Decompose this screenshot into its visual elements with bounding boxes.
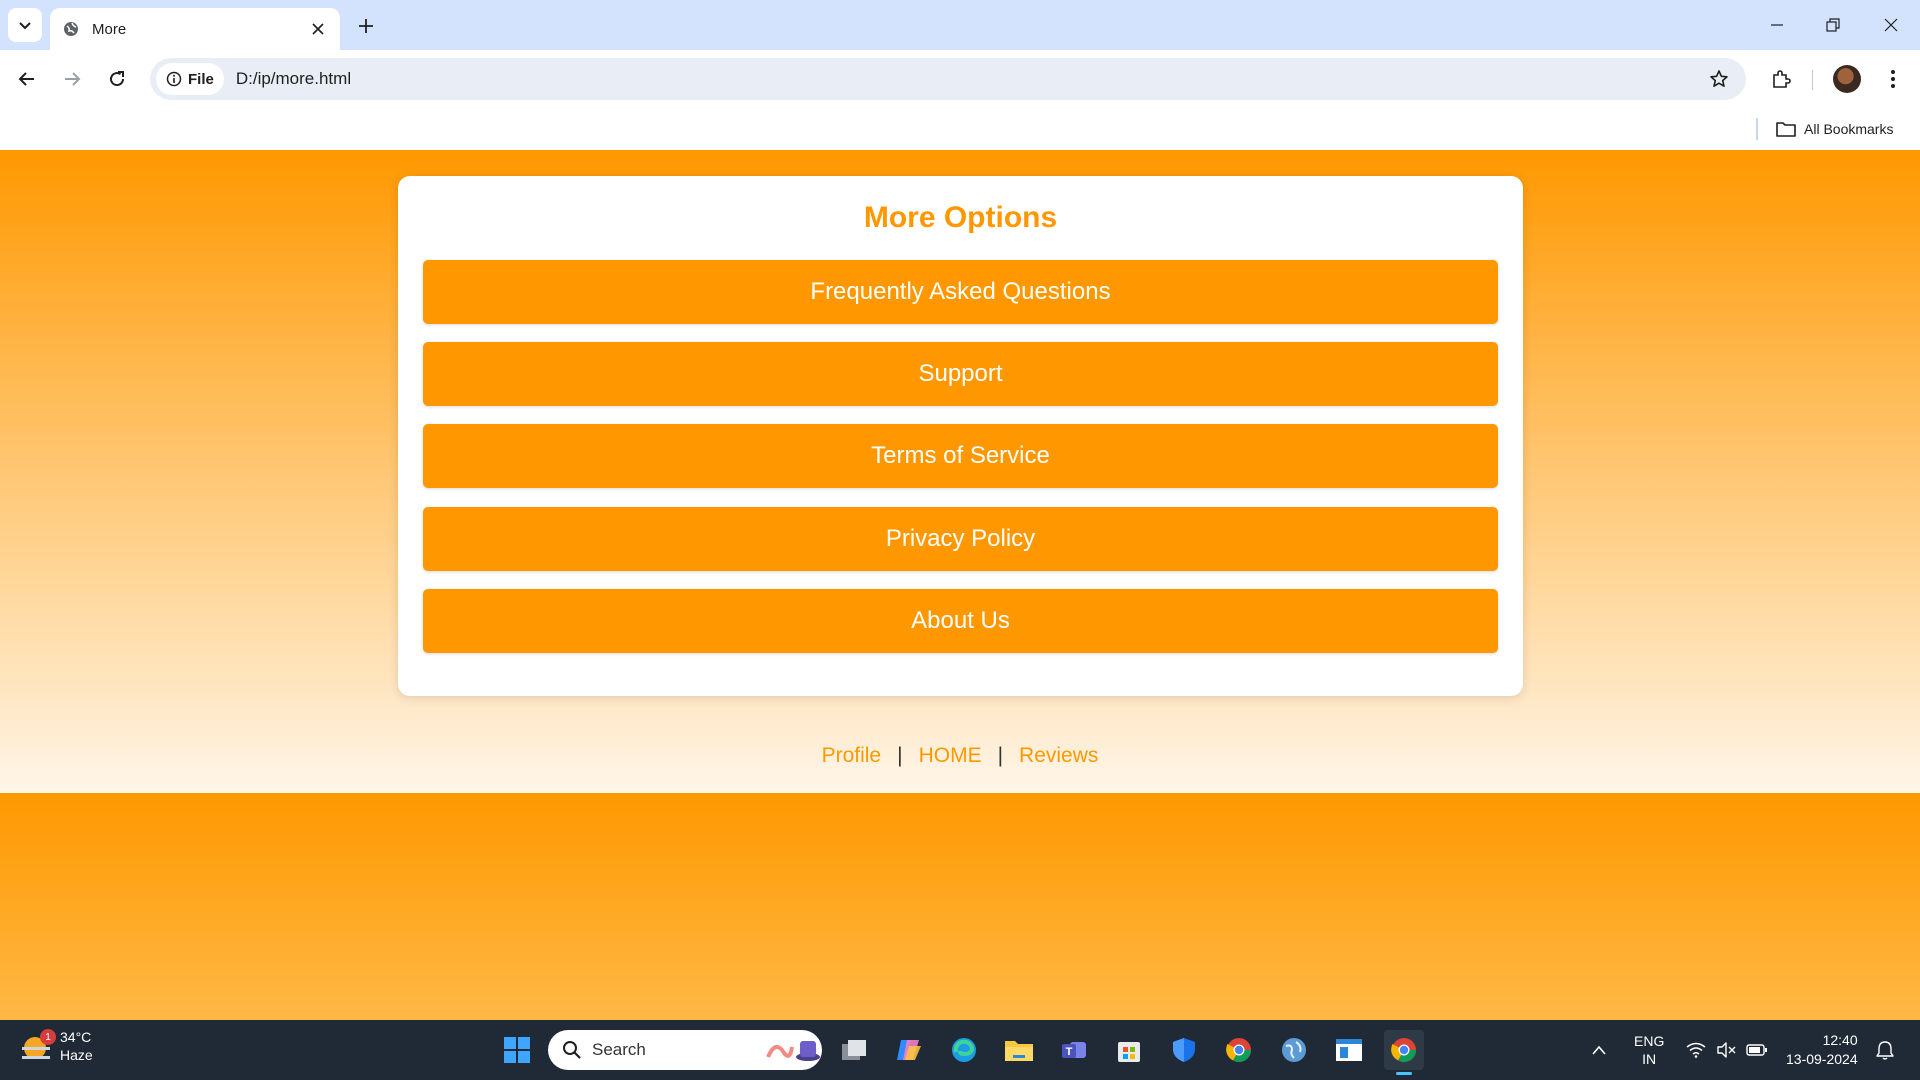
taskbar: 1 34°C Haze Search T ENG IN 12:40 13-09-… (0, 1020, 1920, 1080)
footer-nav: Profile | HOME | Reviews (0, 744, 1920, 768)
address-bar[interactable]: File D:/ip/more.html (150, 58, 1746, 100)
language-code: ENG (1634, 1033, 1665, 1049)
file-explorer-icon[interactable] (999, 1030, 1039, 1070)
tab-search-button[interactable] (8, 8, 42, 42)
close-window-button[interactable] (1876, 10, 1906, 40)
all-bookmarks-label: All Bookmarks (1804, 121, 1894, 137)
taskbar-search-label: Search (592, 1040, 646, 1059)
chevron-down-icon (19, 22, 31, 30)
task-view-icon[interactable] (834, 1030, 874, 1070)
site-info-chip[interactable]: File (156, 63, 224, 95)
teams-icon[interactable]: T (1054, 1030, 1094, 1070)
wifi-icon (1686, 1042, 1706, 1058)
all-bookmarks-button[interactable]: All Bookmarks (1776, 116, 1893, 142)
footer-separator: | (997, 744, 1004, 767)
vpn-globe-icon[interactable] (1274, 1030, 1314, 1070)
region-code: IN (1642, 1051, 1657, 1067)
extensions-button[interactable] (1764, 62, 1798, 96)
restore-button[interactable] (1818, 10, 1848, 40)
close-tab-icon[interactable] (308, 19, 328, 39)
about-us-button[interactable]: About Us (423, 589, 1498, 653)
url-text[interactable]: D:/ip/more.html (236, 69, 1702, 89)
weather-description: Haze (60, 1047, 93, 1063)
clock-time: 12:40 (1822, 1032, 1858, 1048)
battery-icon (1746, 1044, 1767, 1056)
speaker-muted-icon (1717, 1042, 1736, 1058)
profile-button[interactable] (1830, 62, 1864, 96)
more-vertical-icon (1891, 70, 1895, 88)
chrome-icon[interactable] (1219, 1030, 1259, 1070)
clock[interactable]: 12:40 13-09-2024 (1786, 1020, 1858, 1080)
menu-button[interactable] (1876, 62, 1910, 96)
reviews-link[interactable]: Reviews (1019, 744, 1098, 767)
quick-settings[interactable] (1686, 1020, 1768, 1080)
reload-button[interactable] (100, 62, 134, 96)
site-info-label: File (188, 70, 214, 88)
faq-button[interactable]: Frequently Asked Questions (423, 260, 1498, 324)
security-shield-icon[interactable] (1164, 1030, 1204, 1070)
globe-icon (62, 20, 80, 38)
taskbar-search[interactable]: Search (548, 1030, 822, 1070)
page-viewport: More Options Frequently Asked Questions … (0, 150, 1920, 1020)
chrome-active-icon[interactable] (1384, 1030, 1424, 1075)
privacy-policy-button[interactable]: Privacy Policy (423, 507, 1498, 571)
forward-button[interactable] (55, 62, 89, 96)
minimize-icon (1771, 24, 1783, 26)
copilot-icon[interactable] (889, 1030, 929, 1070)
svg-text:T: T (1066, 1046, 1073, 1058)
bookmarks-divider (1756, 118, 1758, 140)
home-link[interactable]: HOME (919, 744, 982, 767)
chevron-up-icon (1592, 1045, 1606, 1055)
tab-strip: More (0, 0, 1920, 50)
weather-badge: 1 (40, 1029, 56, 1045)
notifications-button[interactable] (1876, 1020, 1894, 1080)
terms-of-service-button[interactable]: Terms of Service (423, 424, 1498, 488)
restore-icon (1826, 18, 1840, 32)
more-options-card: More Options Frequently Asked Questions … (398, 176, 1523, 696)
store-icon[interactable] (1109, 1030, 1149, 1070)
start-button[interactable] (497, 1030, 537, 1070)
show-hidden-icons-button[interactable] (1592, 1020, 1606, 1080)
active-tab[interactable]: More (50, 8, 340, 50)
puzzle-icon (1773, 70, 1791, 88)
info-icon (166, 71, 182, 87)
edge-icon[interactable] (944, 1030, 984, 1070)
back-button[interactable] (10, 62, 44, 96)
avatar (1833, 65, 1861, 93)
haze-weather-icon: 1 (22, 1029, 56, 1061)
star-icon (1710, 70, 1728, 87)
windows-logo-icon (504, 1037, 530, 1063)
arrow-right-icon (65, 72, 81, 86)
search-highlight-icon (766, 1041, 820, 1061)
reload-icon (110, 71, 125, 87)
minimize-button[interactable] (1762, 10, 1792, 40)
toolbar-divider (1812, 70, 1813, 90)
bookmarks-bar: All Bookmarks (0, 108, 1920, 150)
tab-title: More (92, 20, 127, 38)
language-indicator[interactable]: ENG IN (1634, 1020, 1664, 1080)
support-button[interactable]: Support (423, 342, 1498, 406)
profile-link[interactable]: Profile (822, 744, 882, 767)
search-icon (563, 1041, 581, 1059)
page-background-lower (0, 793, 1920, 1020)
new-tab-button[interactable] (352, 12, 380, 40)
weather-temperature: 34°C (60, 1029, 92, 1045)
arrow-left-icon (18, 72, 34, 86)
plus-icon (359, 19, 373, 33)
page-title: More Options (863, 201, 1058, 234)
bell-icon (1876, 1041, 1894, 1060)
footer-separator: | (897, 744, 903, 767)
weather-widget[interactable]: 1 34°C Haze (22, 1028, 93, 1064)
close-icon (1884, 18, 1898, 32)
clock-date: 13-09-2024 (1786, 1051, 1858, 1067)
browser-toolbar: File D:/ip/more.html (0, 50, 1920, 108)
bookmark-star-button[interactable] (1702, 62, 1736, 96)
window-app-icon[interactable] (1329, 1030, 1369, 1070)
folder-icon (1776, 122, 1796, 137)
